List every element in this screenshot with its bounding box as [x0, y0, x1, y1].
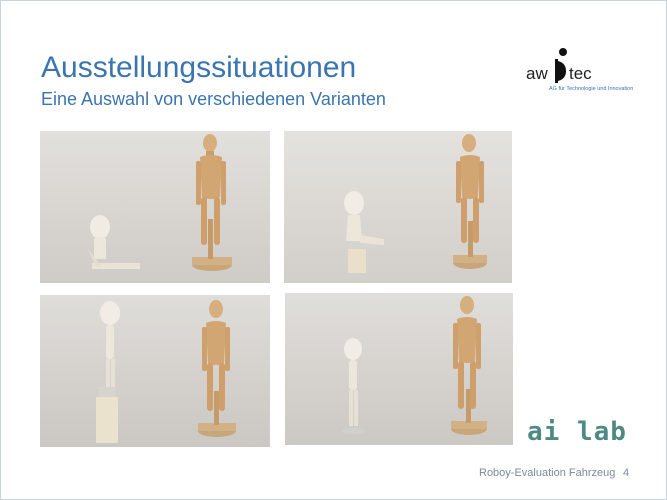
photo-standing-figure — [285, 293, 513, 445]
ailab-logo: ai lab — [527, 417, 627, 447]
page-number: 4 — [623, 467, 630, 479]
awtec-logo: aw tec AG für Technologie und Innovation — [525, 45, 645, 95]
logo-text-aw: aw — [526, 64, 548, 83]
logo-text-tec: tec — [569, 64, 592, 83]
photo-figure-on-pedestal — [40, 295, 270, 447]
slide: Ausstellungssituationen Eine Auswahl von… — [0, 0, 667, 500]
logo-figure-icon — [555, 48, 567, 83]
footer-text: Roboy-Evaluation Fahrzeug — [479, 467, 616, 479]
photo-seated-figure — [284, 131, 512, 283]
photo-kneeling-figure — [40, 131, 270, 283]
logo-tagline: AG für Technologie und Innovation — [549, 86, 634, 92]
slide-title: Ausstellungssituationen — [41, 51, 357, 84]
slide-subtitle: Eine Auswahl von verschiedenen Varianten — [41, 89, 386, 109]
